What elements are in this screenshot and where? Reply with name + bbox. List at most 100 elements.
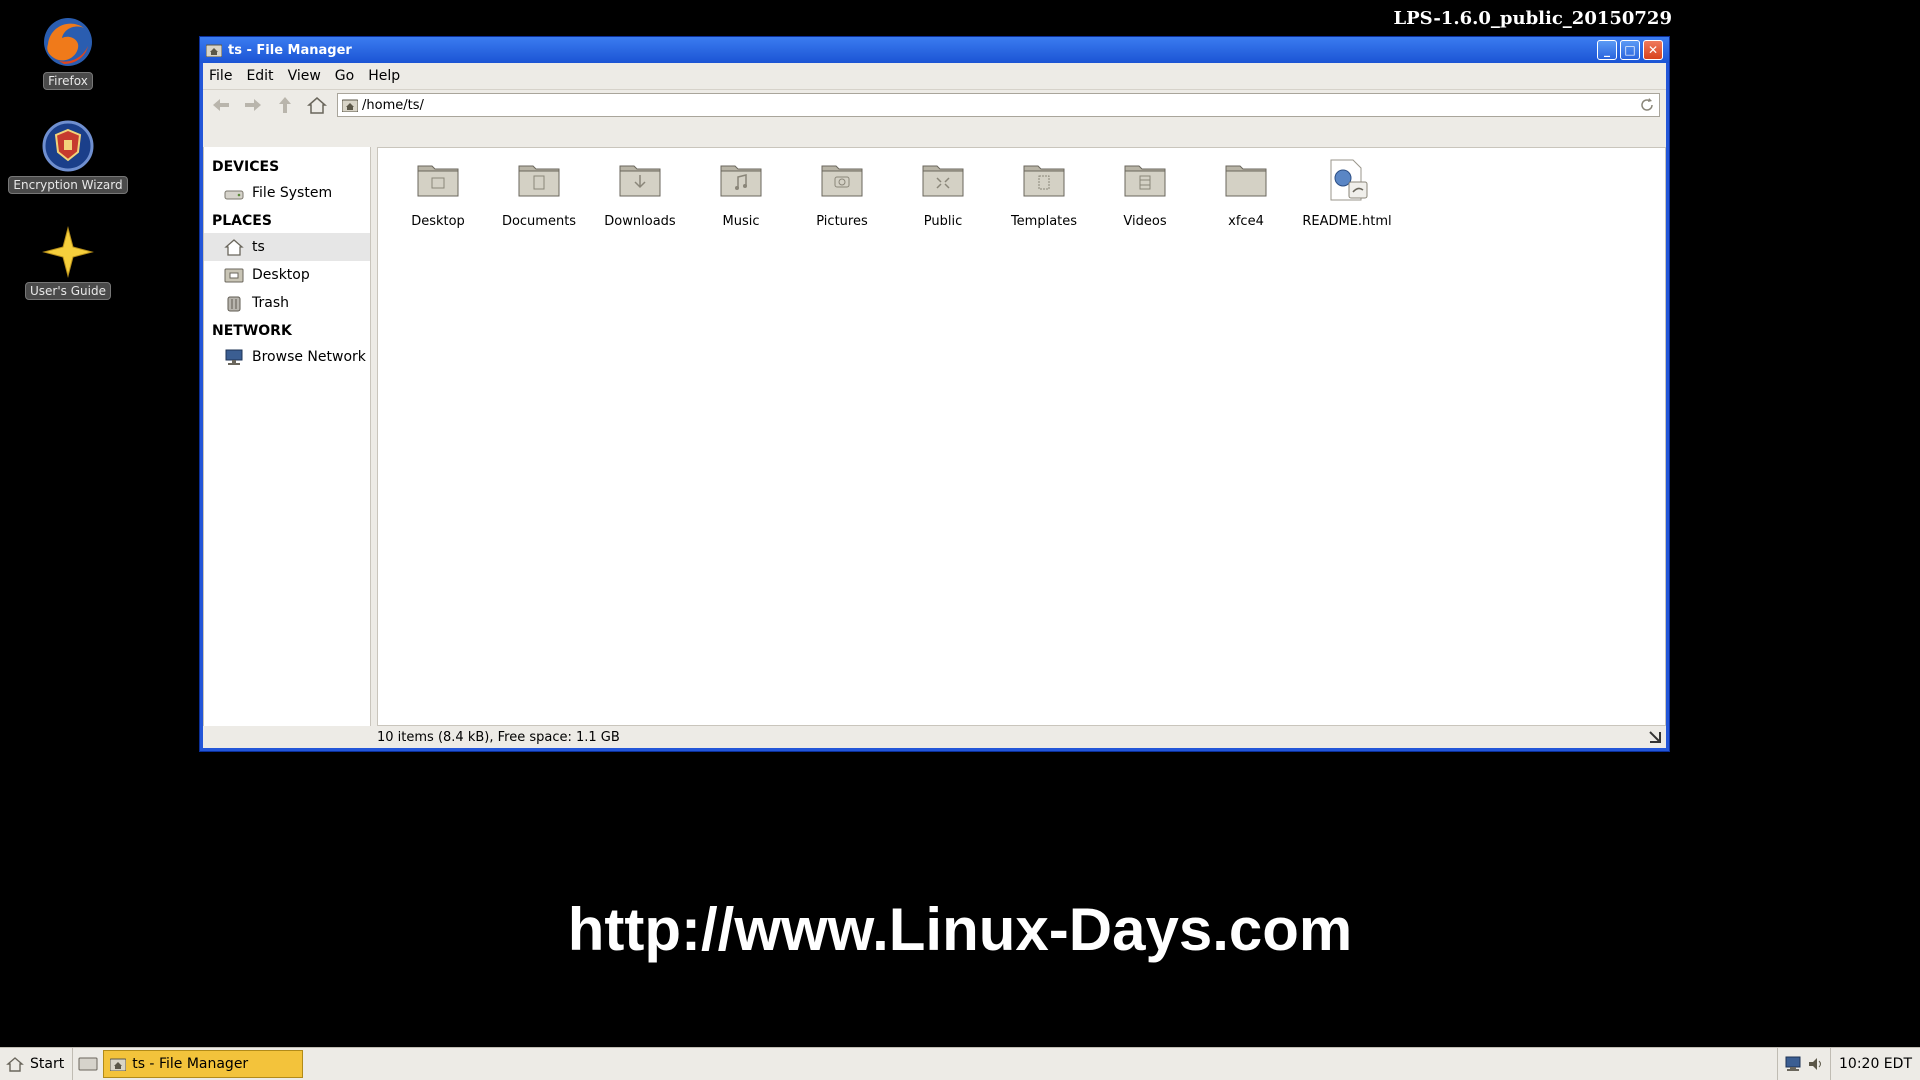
- resize-grip-icon[interactable]: [1648, 730, 1662, 744]
- window-titlebar[interactable]: ts - File Manager _ □ ✕: [200, 37, 1669, 63]
- content-area: DEVICES File System PLACES ts Desktop Tr…: [203, 147, 1666, 726]
- file-label: xfce4: [1228, 214, 1264, 229]
- file-item[interactable]: xfce4: [1196, 156, 1296, 229]
- folder-home-icon: [206, 44, 222, 57]
- address-path: /home/ts/: [362, 97, 424, 113]
- sidebar-item-label: File System: [252, 185, 333, 201]
- desktop-icon-users-guide[interactable]: User's Guide: [0, 224, 138, 300]
- window-body: File Edit View Go Help /home/ts/ DEVICES…: [203, 63, 1666, 748]
- sidebar-item-label: Trash: [252, 295, 289, 311]
- network-icon: [225, 349, 243, 365]
- back-button[interactable]: [209, 93, 233, 117]
- file-label: README.html: [1302, 214, 1392, 229]
- sidebar-header-network: NETWORK: [212, 323, 292, 339]
- close-button[interactable]: ✕: [1643, 40, 1663, 60]
- sidebar-header-places: PLACES: [212, 213, 272, 229]
- sidebar-item-file-system[interactable]: File System: [204, 179, 370, 207]
- desktop-icon-label: User's Guide: [25, 282, 111, 300]
- taskbar: Start ts - File Manager 10:20 EDT: [0, 1047, 1920, 1080]
- file-manager-window: ts - File Manager _ □ ✕ File Edit View G…: [199, 36, 1670, 752]
- minimize-icon: _: [1604, 43, 1610, 57]
- menu-file[interactable]: File: [209, 68, 232, 84]
- menubar: File Edit View Go Help: [203, 63, 1666, 89]
- file-label: Desktop: [411, 214, 465, 229]
- sidebar-item-trash[interactable]: Trash: [204, 289, 370, 317]
- home-icon: [224, 239, 244, 256]
- volume-icon[interactable]: [1806, 1055, 1824, 1073]
- file-item[interactable]: Templates: [994, 156, 1094, 229]
- taskbar-task-file-manager[interactable]: ts - File Manager: [103, 1050, 304, 1078]
- file-view: Desktop Documents Downloads Music Pictures Pu…: [377, 147, 1666, 726]
- sidebar-item-ts[interactable]: ts: [204, 233, 370, 261]
- menu-go[interactable]: Go: [335, 68, 354, 84]
- sidebar-item-label: Desktop: [252, 267, 310, 283]
- file-label: Templates: [1010, 214, 1078, 229]
- star-icon: [40, 224, 96, 280]
- refresh-icon[interactable]: [1639, 97, 1655, 113]
- menu-edit[interactable]: Edit: [246, 68, 273, 84]
- sidebar: DEVICES File System PLACES ts Desktop Tr…: [203, 147, 371, 726]
- forward-button[interactable]: [241, 93, 265, 117]
- up-button[interactable]: [273, 93, 297, 117]
- file-label: Pictures: [816, 214, 868, 229]
- folder-home-icon: [110, 1058, 127, 1071]
- folder-documents-icon: [518, 165, 560, 197]
- menu-view[interactable]: View: [288, 68, 321, 84]
- desktop-icon: [78, 1057, 98, 1071]
- system-tray: 10:20 EDT: [1777, 1048, 1920, 1080]
- folder-public-icon: [922, 165, 964, 197]
- maximize-button[interactable]: □: [1620, 40, 1640, 60]
- maximize-icon: □: [1624, 43, 1636, 57]
- status-text: 10 items (8.4 kB), Free space: 1.1 GB: [377, 729, 620, 745]
- address-bar[interactable]: /home/ts/: [337, 93, 1660, 117]
- folder-icon: [1225, 165, 1267, 197]
- folder-downloads-icon: [619, 165, 661, 197]
- file-item[interactable]: Videos: [1095, 156, 1195, 229]
- file-label: Videos: [1123, 214, 1167, 229]
- drive-icon: [224, 190, 244, 200]
- file-item[interactable]: Pictures: [792, 156, 892, 229]
- home-button[interactable]: [305, 93, 329, 117]
- file-label: Public: [923, 214, 963, 229]
- folder-videos-icon: [1124, 165, 1166, 197]
- desktop-icon-firefox[interactable]: Firefox: [0, 14, 138, 90]
- arrow-up-icon: [279, 97, 291, 113]
- watermark-text: http://www.Linux-Days.com: [567, 896, 1353, 963]
- home-icon: [6, 1057, 24, 1072]
- desktop-icon-label: Firefox: [43, 72, 93, 90]
- tray-icons: [1777, 1048, 1830, 1080]
- arrow-right-icon: [245, 99, 261, 111]
- sidebar-item-label: Browse Network: [252, 349, 366, 365]
- file-item[interactable]: Music: [691, 156, 791, 229]
- folder-templates-icon: [1023, 165, 1065, 197]
- minimize-button[interactable]: _: [1597, 40, 1617, 60]
- file-item[interactable]: Downloads: [590, 156, 690, 229]
- firefox-icon: [40, 14, 96, 70]
- file-label: Documents: [501, 214, 577, 229]
- version-label: LPS-1.6.0_public_20150729: [1393, 8, 1672, 29]
- start-label: Start: [30, 1056, 65, 1072]
- status-bar: 10 items (8.4 kB), Free space: 1.1 GB: [371, 726, 1666, 748]
- sidebar-header-devices: DEVICES: [212, 159, 280, 175]
- menu-help[interactable]: Help: [368, 68, 400, 84]
- file-item[interactable]: Public: [893, 156, 993, 229]
- folder-music-icon: [720, 165, 762, 197]
- file-item[interactable]: README.html: [1297, 156, 1397, 229]
- desktop-folder-icon: [224, 268, 244, 283]
- show-desktop-button[interactable]: [73, 1048, 103, 1080]
- network-icon[interactable]: [1784, 1055, 1806, 1073]
- file-label: Music: [722, 214, 760, 229]
- file-item[interactable]: Documents: [489, 156, 589, 229]
- toolbar: /home/ts/: [203, 89, 1666, 120]
- html-file-icon: [1330, 159, 1368, 201]
- desktop-icon-encryption-wizard[interactable]: Encryption Wizard: [0, 118, 138, 194]
- window-title: ts - File Manager: [228, 42, 352, 58]
- file-label: Downloads: [604, 214, 676, 229]
- sidebar-item-desktop[interactable]: Desktop: [204, 261, 370, 289]
- sidebar-item-browse-network[interactable]: Browse Network: [204, 343, 370, 371]
- start-button[interactable]: Start: [0, 1048, 74, 1080]
- file-item[interactable]: Desktop: [388, 156, 488, 229]
- trash-icon: [227, 296, 241, 312]
- sidebar-item-label: ts: [252, 239, 265, 255]
- clock: 10:20 EDT: [1830, 1048, 1920, 1080]
